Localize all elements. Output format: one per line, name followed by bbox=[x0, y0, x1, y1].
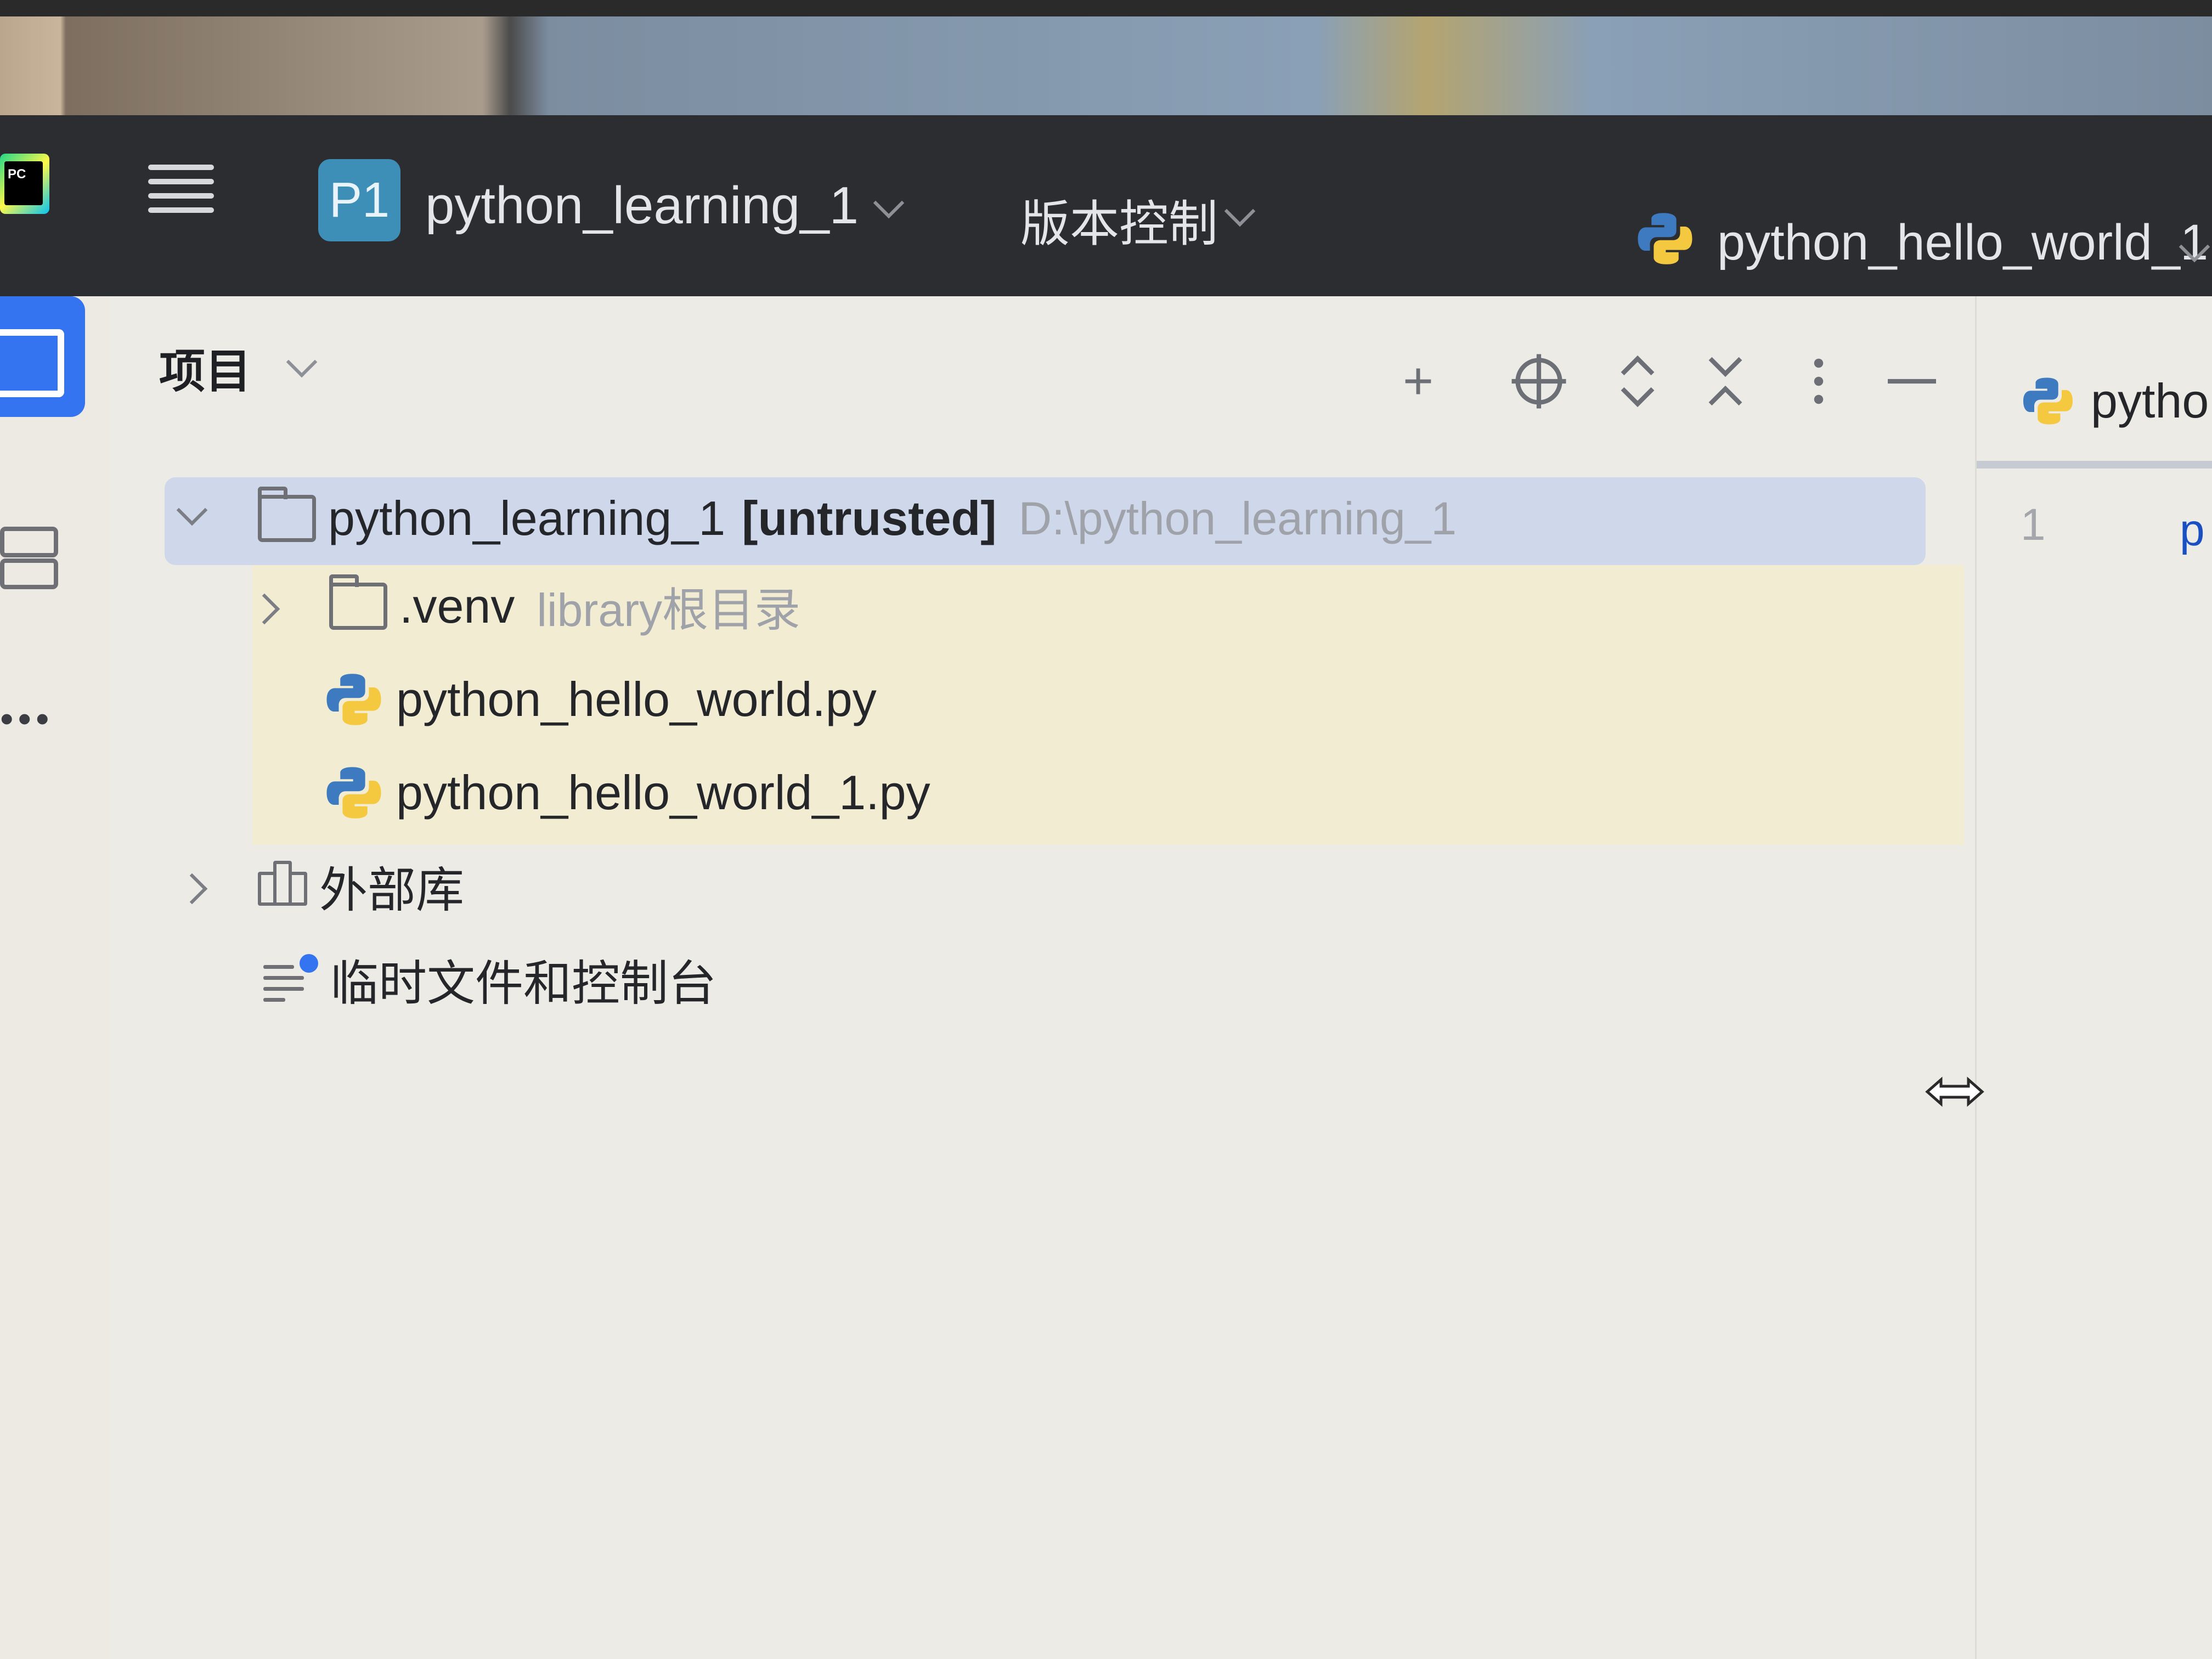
main-menu-icon[interactable] bbox=[148, 165, 214, 230]
run-configuration-selector[interactable]: python_hello_world_1 bbox=[1717, 214, 2208, 272]
expand-arrow-right-icon[interactable] bbox=[176, 873, 208, 905]
tree-row-file[interactable]: python_hello_world.py bbox=[110, 658, 1975, 752]
project-switcher[interactable]: python_learning_1 bbox=[425, 176, 859, 236]
folder-icon bbox=[329, 574, 387, 630]
tree-row-venv[interactable]: .venv library根目录 bbox=[110, 565, 1975, 658]
left-tool-stripe: ••• bbox=[0, 296, 110, 1659]
more-tools-icon[interactable]: ••• bbox=[0, 699, 66, 738]
expand-all-icon[interactable] bbox=[1607, 351, 1668, 411]
expand-arrow-right-icon[interactable] bbox=[249, 593, 280, 625]
python-file-icon bbox=[326, 674, 381, 725]
code-text[interactable]: p bbox=[2180, 505, 2205, 556]
external-libs-label: 外部库 bbox=[319, 862, 465, 917]
options-kebab-icon[interactable] bbox=[1788, 351, 1849, 411]
editor-tab[interactable]: pytho bbox=[2021, 373, 2209, 429]
view-mode-chevron-down-icon[interactable] bbox=[286, 346, 318, 378]
line-number: 1 bbox=[2021, 500, 2046, 550]
library-icon bbox=[258, 861, 307, 906]
file-name: python_hello_world_1.py bbox=[396, 765, 930, 820]
untrusted-flag: [untrusted] bbox=[742, 491, 997, 545]
project-view-title[interactable]: 项目 bbox=[159, 335, 251, 401]
project-tool-button[interactable] bbox=[0, 296, 85, 417]
tree-row-root[interactable]: python_learning_1 [untrusted] D:\python_… bbox=[110, 477, 1975, 565]
tree-row-scratches[interactable]: 临时文件和控制台 bbox=[110, 938, 1975, 1020]
tree-row-file[interactable]: python_hello_world_1.py bbox=[110, 752, 1975, 845]
editor-tab-label: pytho bbox=[2091, 374, 2209, 428]
root-folder-path: D:\python_learning_1 bbox=[1018, 492, 1457, 544]
pycharm-logo-icon[interactable]: PC bbox=[0, 154, 49, 214]
project-chevron-down-icon[interactable] bbox=[873, 187, 905, 219]
vcs-menu[interactable]: 版本控制 bbox=[1020, 184, 1218, 255]
scratches-icon bbox=[263, 954, 318, 1002]
resize-cursor-icon bbox=[1925, 1076, 1984, 1107]
editor-area: pytho 1 p bbox=[1975, 296, 2212, 1659]
expand-arrow-down-icon[interactable] bbox=[176, 494, 208, 526]
project-tool-window: 项目 + python_learning_1 [untrusted] D:\py… bbox=[110, 296, 1975, 1659]
file-name: python_hello_world.py bbox=[396, 672, 877, 726]
project-badge[interactable]: P1 bbox=[318, 159, 400, 241]
venv-folder-name: .venv bbox=[399, 579, 515, 633]
vcs-chevron-down-icon[interactable] bbox=[1224, 195, 1256, 227]
root-folder-name: python_learning_1 bbox=[328, 491, 726, 545]
python-file-icon bbox=[1638, 213, 1692, 264]
python-file-icon bbox=[326, 767, 381, 819]
title-bar: PC P1 python_learning_1 版本控制 python_hell… bbox=[0, 115, 2212, 296]
new-file-plus-icon[interactable]: + bbox=[1388, 351, 1448, 411]
collapse-all-icon[interactable] bbox=[1695, 351, 1756, 411]
monitor-bezel bbox=[0, 0, 2212, 16]
folder-icon bbox=[258, 487, 316, 542]
hide-panel-minus-icon[interactable] bbox=[1882, 351, 1942, 411]
locate-file-icon[interactable] bbox=[1509, 351, 1569, 411]
folder-icon bbox=[0, 329, 64, 397]
venv-hint: library根目录 bbox=[537, 584, 801, 636]
app-logo-text: PC bbox=[8, 167, 26, 182]
python-file-icon bbox=[2023, 377, 2073, 425]
active-tab-underline bbox=[1977, 461, 2212, 469]
scratches-label: 临时文件和控制台 bbox=[330, 956, 717, 1011]
tree-row-external-libs[interactable]: 外部库 bbox=[110, 845, 1975, 927]
structure-tool-icon[interactable] bbox=[0, 527, 60, 609]
